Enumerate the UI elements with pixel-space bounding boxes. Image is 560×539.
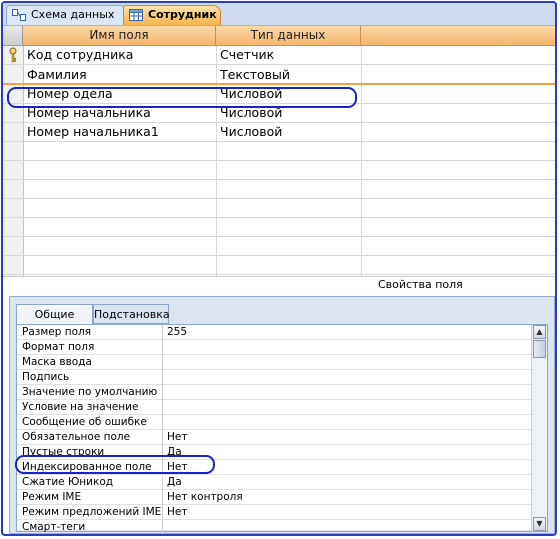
property-row-validation-text[interactable]: Сообщение об ошибке xyxy=(17,415,539,430)
property-label: Сообщение об ошибке xyxy=(22,416,147,428)
property-value[interactable]: Нет контроля xyxy=(167,490,537,505)
relationships-icon xyxy=(12,9,26,21)
property-row-ime-sentence-mode[interactable]: Режим предложений IME Нет xyxy=(17,505,539,520)
column-header-description[interactable] xyxy=(361,26,555,46)
property-row-unicode-compression[interactable]: Сжатие Юникод Да xyxy=(17,475,539,490)
row-selector[interactable] xyxy=(3,180,24,198)
table-row[interactable]: Фамилия Текстовый xyxy=(3,65,555,85)
document-tab-strip: Схема данных Сотрудник xyxy=(3,3,555,26)
property-sheet: Размер поля 255 Формат поля Маска ввода П… xyxy=(16,324,548,534)
property-value[interactable]: Нет xyxy=(167,505,537,520)
property-label: Режим IME xyxy=(22,491,82,503)
empty-row[interactable] xyxy=(3,142,555,161)
row-selector[interactable] xyxy=(3,65,24,83)
property-row-caption[interactable]: Подпись xyxy=(17,370,539,385)
tab-lookup[interactable]: Подстановка xyxy=(93,304,170,324)
tab-employee[interactable]: Сотрудник xyxy=(123,5,221,25)
property-label: Обязательное поле xyxy=(22,431,131,443)
property-scrollbar[interactable]: ▲ ▼ xyxy=(531,325,547,531)
property-row-ime-mode[interactable]: Режим IME Нет контроля xyxy=(17,490,539,505)
select-all-corner[interactable] xyxy=(3,26,23,46)
property-row-default-value[interactable]: Значение по умолчанию xyxy=(17,385,539,400)
field-name-cell[interactable]: Номер начальника1 xyxy=(27,123,213,141)
property-label: Маска ввода xyxy=(22,356,92,368)
table-row[interactable]: Код сотрудника Счетчик xyxy=(3,46,555,65)
property-value[interactable]: Да xyxy=(167,445,537,460)
property-label: Смарт-теги xyxy=(22,521,86,533)
tab-relationships[interactable]: Схема данных xyxy=(6,5,124,25)
table-icon xyxy=(129,9,143,21)
property-row-field-size[interactable]: Размер поля 255 xyxy=(17,325,539,340)
property-value[interactable]: Да xyxy=(167,475,537,490)
row-selector[interactable] xyxy=(3,256,24,274)
empty-row[interactable] xyxy=(3,237,555,256)
row-selector[interactable] xyxy=(3,142,24,160)
row-selector[interactable] xyxy=(3,161,24,179)
property-value[interactable]: Нет xyxy=(167,430,537,445)
property-label: Режим предложений IME xyxy=(22,506,162,518)
empty-row[interactable] xyxy=(3,161,555,180)
scroll-down-button[interactable]: ▼ xyxy=(533,517,546,531)
property-label: Условие на значение xyxy=(22,401,139,413)
row-selector[interactable] xyxy=(3,46,24,64)
field-properties-title: Свойства поля xyxy=(378,278,463,291)
highlight-annotation-familiya xyxy=(7,87,357,108)
property-row-format[interactable]: Формат поля xyxy=(17,340,539,355)
property-row-required[interactable]: Обязательное поле Нет xyxy=(17,430,539,445)
property-label: Подпись xyxy=(22,371,70,383)
row-selector[interactable] xyxy=(3,237,24,255)
property-value[interactable]: 255 xyxy=(167,325,537,340)
property-label: Сжатие Юникод xyxy=(22,476,114,488)
data-type-cell[interactable]: Счетчик xyxy=(220,46,358,64)
tab-general[interactable]: Общие xyxy=(16,304,93,324)
scroll-up-button[interactable]: ▲ xyxy=(533,325,546,339)
field-name-cell[interactable]: Фамилия xyxy=(27,66,213,84)
highlight-annotation-indexed xyxy=(15,455,215,474)
tab-relationships-label: Схема данных xyxy=(31,8,115,21)
field-properties-panel: Общие Подстановка Размер поля 255 Формат … xyxy=(9,296,555,534)
field-properties-header: Свойства поля xyxy=(3,276,555,293)
property-value[interactable]: Нет xyxy=(167,460,537,475)
tab-employee-label: Сотрудник xyxy=(148,8,217,21)
empty-row[interactable] xyxy=(3,180,555,199)
empty-row[interactable] xyxy=(3,199,555,218)
column-header-data-type[interactable]: Тип данных xyxy=(216,26,361,46)
field-name-cell[interactable]: Код сотрудника xyxy=(27,46,213,64)
empty-row[interactable] xyxy=(3,218,555,237)
data-type-cell[interactable]: Числовой xyxy=(220,123,358,141)
property-label: Формат поля xyxy=(22,341,95,353)
property-label: Размер поля xyxy=(22,326,92,338)
row-selector[interactable] xyxy=(3,218,24,236)
table-design-window: Схема данных Сотрудник Имя поля Тип данн… xyxy=(1,1,557,536)
field-design-grid: Имя поля Тип данных Код сотрудника Счетч… xyxy=(3,26,555,276)
property-label: Значение по умолчанию xyxy=(22,386,158,398)
table-row[interactable]: Номер начальника1 Числовой xyxy=(3,123,555,142)
scroll-thumb[interactable] xyxy=(533,340,546,358)
property-row-input-mask[interactable]: Маска ввода xyxy=(17,355,539,370)
primary-key-icon xyxy=(9,47,17,63)
empty-row[interactable] xyxy=(3,256,555,275)
data-type-cell[interactable]: Текстовый xyxy=(220,66,358,84)
property-row-smart-tags[interactable]: Смарт-теги xyxy=(17,520,539,534)
column-header-field-name[interactable]: Имя поля xyxy=(23,26,216,46)
row-selector[interactable] xyxy=(3,123,24,141)
property-row-validation-rule[interactable]: Условие на значение xyxy=(17,400,539,415)
row-selector[interactable] xyxy=(3,199,24,217)
